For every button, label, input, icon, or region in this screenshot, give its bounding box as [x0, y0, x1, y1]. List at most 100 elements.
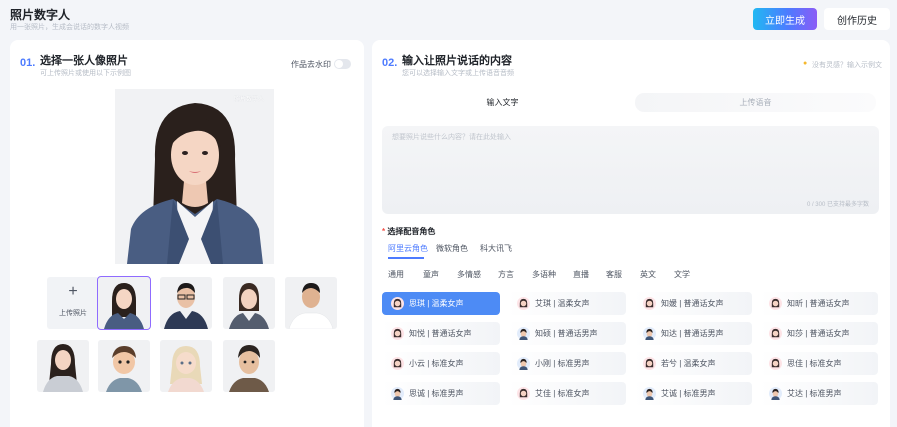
source-tab-microsoft[interactable]: 微软角色: [436, 243, 468, 254]
lightbulb-icon: ●: [803, 60, 808, 67]
voice-option[interactable]: 艾达 | 标准男声: [760, 382, 878, 405]
voice-option-label: 艾琪 | 温柔女声: [535, 299, 590, 308]
voice-title-text: 选择配音角色: [387, 227, 436, 236]
photo-panel-subtitle: 可上传照片或使用以下示例图: [40, 70, 131, 77]
voice-option-label: 艾达 | 标准男声: [787, 389, 842, 398]
male-avatar-icon: [517, 327, 530, 340]
category-tab[interactable]: 直播: [573, 269, 589, 280]
female-avatar-icon: [769, 357, 782, 370]
voice-option[interactable]: 知莎 | 普通话女声: [760, 322, 878, 345]
main-photo-preview: 照片数字人: [115, 89, 274, 264]
voice-option[interactable]: 知悦 | 普通话女声: [382, 322, 500, 345]
category-tab[interactable]: 方言: [498, 269, 514, 280]
sample-woman-suit-image: [223, 277, 275, 329]
voice-option-label: 知昕 | 普通话女声: [787, 299, 850, 308]
voice-option[interactable]: 小云 | 标准女声: [382, 352, 500, 375]
voice-option[interactable]: 思琪 | 温柔女声: [382, 292, 500, 315]
male-avatar-icon: [769, 387, 782, 400]
voice-option[interactable]: 思诚 | 标准男声: [382, 382, 500, 405]
voice-option[interactable]: 知硕 | 普通话男声: [508, 322, 626, 345]
top-bar: 照片数字人 用一张照片，生成会说话的数字人视频 立即生成 创作历史: [0, 0, 897, 40]
male-avatar-icon: [643, 327, 656, 340]
script-textarea[interactable]: 想要照片说些什么内容？请在此处输入 0 / 300 已支持最多字数: [382, 126, 879, 214]
category-tab[interactable]: 多语种: [532, 269, 556, 280]
photo-panel-title: 选择一张人像照片: [40, 55, 128, 67]
voice-option[interactable]: 思佳 | 标准女声: [760, 352, 878, 375]
voice-option[interactable]: 艾诚 | 标准男声: [634, 382, 752, 405]
voice-option[interactable]: 知达 | 普通话男声: [634, 322, 752, 345]
category-tab[interactable]: 文学: [674, 269, 690, 280]
voice-option-label: 小云 | 标准女声: [409, 359, 464, 368]
voice-option-label: 知硕 | 普通话男声: [535, 329, 598, 338]
voice-section-title: * 选择配音角色: [382, 227, 436, 236]
category-tab[interactable]: 多情感: [457, 269, 481, 280]
voice-option-label: 小刚 | 标准男声: [535, 359, 590, 368]
sample-photo-cartoon-boy[interactable]: [98, 340, 150, 392]
category-tab[interactable]: 英文: [640, 269, 656, 280]
photo-panel: 01. 选择一张人像照片 可上传照片或使用以下示例图 作品去水印 照片数字人 +…: [10, 40, 364, 427]
watermark-toggle[interactable]: [334, 59, 351, 69]
sample-photo-girl-shirt[interactable]: [37, 340, 89, 392]
female-avatar-icon: [769, 297, 782, 310]
voice-option-label: 知悦 | 普通话女声: [409, 329, 472, 338]
voice-option[interactable]: 小刚 | 标准男声: [508, 352, 626, 375]
male-avatar-icon: [643, 387, 656, 400]
textarea-placeholder: 想要照片说些什么内容？请在此处输入: [392, 134, 511, 141]
tab-upload-audio[interactable]: 上传语音: [635, 93, 876, 112]
portrait-woman-illustration: [115, 89, 274, 264]
sample-photo-woman-blazer[interactable]: [97, 276, 151, 330]
app-title: 照片数字人: [10, 8, 71, 22]
sample-girl-shirt-image: [37, 340, 89, 392]
female-avatar-icon: [391, 297, 404, 310]
app-subtitle: 用一张照片，生成会说话的数字人视频: [10, 24, 129, 31]
category-tab[interactable]: 客服: [606, 269, 622, 280]
female-avatar-icon: [643, 357, 656, 370]
content-panel: 02. 输入让照片说话的内容 您可以选择输入文字或上传语音音频 ● 没有灵感？输…: [372, 40, 890, 427]
voice-option-label: 思琪 | 温柔女声: [409, 299, 464, 308]
sample-photo-man-glasses[interactable]: [160, 277, 212, 329]
category-tab[interactable]: 通用: [388, 269, 404, 280]
step-number-2: 02.: [382, 57, 398, 69]
female-avatar-icon: [643, 297, 656, 310]
upload-photo-button[interactable]: + 上传照片: [47, 277, 99, 329]
female-avatar-icon: [391, 357, 404, 370]
content-panel-subtitle: 您可以选择输入文字或上传语音音频: [402, 70, 514, 77]
sample-photo-cartoon-man[interactable]: [223, 340, 275, 392]
inspiration-hint-link[interactable]: 没有灵感？输入示例文: [812, 60, 882, 70]
voice-option-label: 艾诚 | 标准男声: [661, 389, 716, 398]
watermark-label: 作品去水印: [291, 60, 331, 69]
male-avatar-icon: [517, 357, 530, 370]
voice-option[interactable]: 知昕 | 普通话女声: [760, 292, 878, 315]
char-count: 0 / 300 已支持最多字数: [806, 202, 869, 208]
sample-man-glasses-image: [160, 277, 212, 329]
voice-option[interactable]: 若兮 | 温柔女声: [634, 352, 752, 375]
source-tab-iflytek[interactable]: 科大讯飞: [480, 243, 512, 254]
voice-option-label: 艾佳 | 标准女声: [535, 389, 590, 398]
generate-button[interactable]: 立即生成: [753, 8, 817, 30]
plus-icon: +: [68, 283, 78, 300]
female-avatar-icon: [517, 387, 530, 400]
voice-option-label: 思诚 | 标准男声: [409, 389, 464, 398]
sample-photo-man-tshirt[interactable]: [285, 277, 337, 329]
content-panel-title: 输入让照片说话的内容: [402, 55, 512, 67]
voice-option[interactable]: 艾琪 | 温柔女声: [508, 292, 626, 315]
voice-option-label: 知达 | 普通话男声: [661, 329, 724, 338]
source-tab-aliyun[interactable]: 阿里云角色: [388, 243, 428, 254]
sample-cartoon-girl-image: [160, 340, 212, 392]
voice-option[interactable]: 知媛 | 普通话女声: [634, 292, 752, 315]
step-number: 01.: [20, 57, 36, 69]
voice-option-label: 知莎 | 普通话女声: [787, 329, 850, 338]
history-button[interactable]: 创作历史: [824, 8, 890, 30]
female-avatar-icon: [391, 327, 404, 340]
voice-option-label: 若兮 | 温柔女声: [661, 359, 716, 368]
voice-option[interactable]: 艾佳 | 标准女声: [508, 382, 626, 405]
active-source-underline: [388, 257, 424, 259]
sample-photo-woman-suit[interactable]: [223, 277, 275, 329]
sample-man-tshirt-image: [285, 277, 337, 329]
sample-photo-cartoon-girl[interactable]: [160, 340, 212, 392]
category-tab[interactable]: 童声: [423, 269, 439, 280]
voice-option-label: 知媛 | 普通话女声: [661, 299, 724, 308]
voice-option-label: 思佳 | 标准女声: [787, 359, 842, 368]
sample-cartoon-man-image: [223, 340, 275, 392]
tab-input-text[interactable]: 输入文字: [382, 93, 623, 112]
